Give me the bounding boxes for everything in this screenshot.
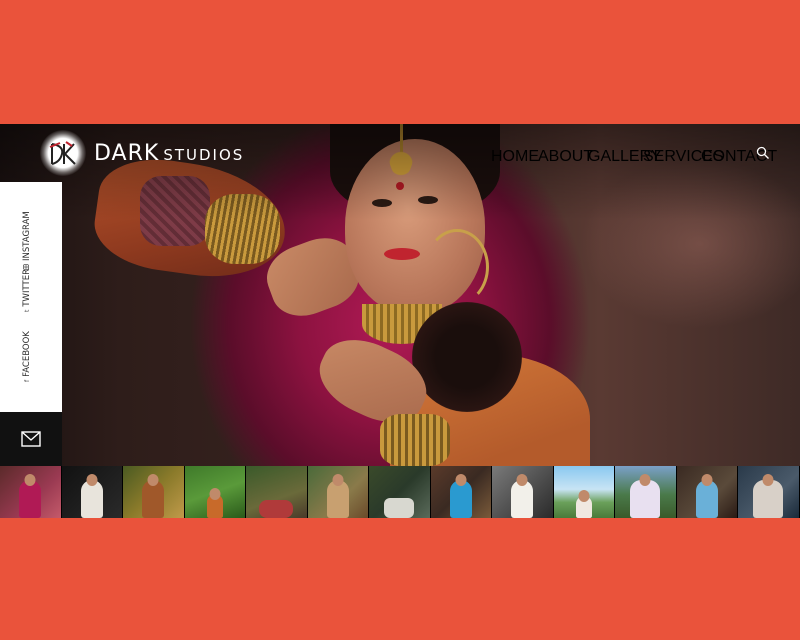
gallery-thumbnail-strip (0, 466, 800, 518)
website-frame: DARK STUDIOS HOME ABOUT GALLERY SERVICES … (0, 124, 800, 518)
instagram-icon (23, 264, 31, 270)
gallery-thumbnail[interactable] (615, 466, 677, 518)
gallery-thumbnail[interactable] (307, 466, 369, 518)
mail-button[interactable] (0, 412, 62, 466)
gallery-thumbnail[interactable] (430, 466, 492, 518)
gallery-thumbnail[interactable] (0, 466, 62, 518)
gallery-thumbnail[interactable] (492, 466, 554, 518)
brand-logo[interactable]: DARK STUDIOS (40, 130, 244, 176)
nav-about[interactable]: ABOUT (538, 148, 593, 166)
social-instagram-link[interactable]: INSTAGRAM (22, 211, 32, 270)
gallery-thumbnail[interactable] (369, 466, 431, 518)
social-facebook-label: FACEBOOK (22, 331, 32, 377)
gallery-thumbnail[interactable] (676, 466, 738, 518)
social-facebook-link[interactable]: f FACEBOOK (22, 331, 32, 382)
social-twitter-link[interactable]: t TWITTER (22, 269, 32, 312)
brand-name-main: DARK (94, 140, 160, 166)
nav-home[interactable]: HOME (491, 148, 539, 166)
brand-name: DARK STUDIOS (94, 141, 244, 166)
search-icon[interactable] (756, 146, 770, 160)
brand-name-sub: STUDIOS (163, 145, 245, 164)
gallery-thumbnail[interactable] (246, 466, 308, 518)
gallery-thumbnail[interactable] (184, 466, 246, 518)
social-sidebar: f FACEBOOK t TWITTER INSTAGRAM (0, 182, 62, 412)
twitter-icon: t (23, 309, 31, 312)
gallery-thumbnail[interactable] (61, 466, 123, 518)
social-instagram-label: INSTAGRAM (22, 211, 32, 261)
envelope-icon (21, 431, 41, 447)
facebook-icon: f (23, 379, 31, 382)
gallery-thumbnail[interactable] (553, 466, 615, 518)
gallery-thumbnail[interactable] (123, 466, 185, 518)
gallery-thumbnail[interactable] (738, 466, 800, 518)
logo-monogram (49, 141, 76, 165)
social-twitter-label: TWITTER (22, 269, 32, 307)
logo-mark-icon (40, 130, 86, 176)
